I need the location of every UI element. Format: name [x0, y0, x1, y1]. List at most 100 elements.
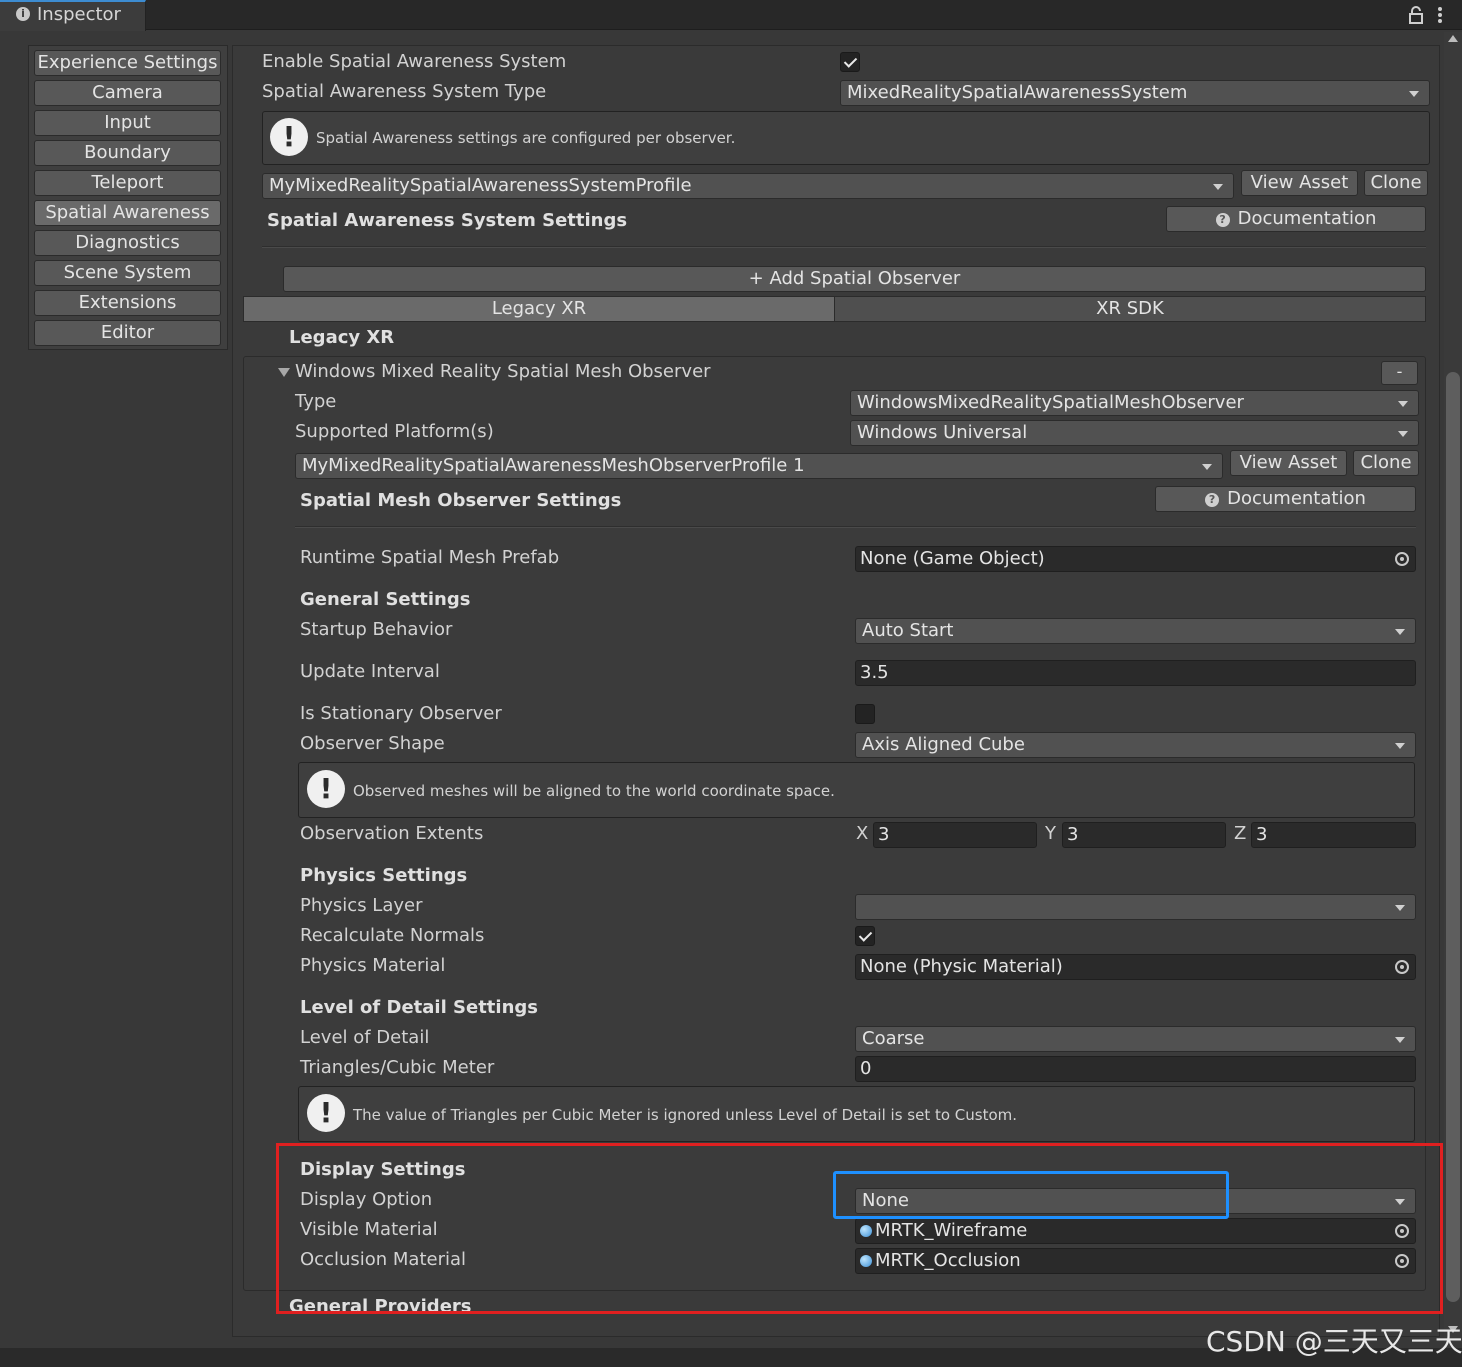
observer-shape-label: Observer Shape	[300, 733, 445, 754]
observer-clone-button[interactable]: Clone	[1353, 450, 1419, 476]
help-icon: ?	[1205, 493, 1220, 507]
startup-behavior-value: Auto Start	[862, 620, 954, 641]
system-settings-header: Spatial Awareness System Settings	[267, 210, 628, 231]
observer-type-label: Type	[295, 391, 337, 412]
system-view-asset-button[interactable]: View Asset	[1241, 170, 1358, 196]
observer-profile-dropdown[interactable]: MyMixedRealitySpatialAwarenessMeshObserv…	[295, 453, 1223, 479]
foldout-arrow-icon[interactable]	[278, 368, 290, 377]
physics-material-field[interactable]: None (Physic Material)	[855, 954, 1416, 980]
physics-layer-label: Physics Layer	[300, 895, 423, 916]
startup-behavior-label: Startup Behavior	[300, 619, 453, 640]
stationary-observer-label: Is Stationary Observer	[300, 703, 502, 724]
divider	[262, 246, 1426, 248]
recalculate-normals-label: Recalculate Normals	[300, 925, 485, 946]
shape-info-text: Observed meshes will be aligned to the w…	[353, 782, 835, 800]
watermark: CSDN @三天又三天	[1206, 1325, 1462, 1358]
chevron-down-icon	[1202, 464, 1212, 470]
system-profile-value: MyMixedRealitySpatialAwarenessSystemProf…	[269, 175, 692, 196]
observation-extents-label: Observation Extents	[300, 823, 484, 844]
observer-documentation-button[interactable]: ? Documentation	[1155, 486, 1416, 512]
stationary-observer-checkbox[interactable]	[855, 704, 875, 724]
lod-info-text: The value of Triangles per Cubic Meter i…	[353, 1106, 1018, 1124]
extent-x-input[interactable]: 3	[873, 822, 1037, 848]
extent-x-label: X	[856, 823, 869, 844]
startup-behavior-dropdown[interactable]: Auto Start	[855, 618, 1416, 644]
triangles-per-meter-input[interactable]: 0	[855, 1056, 1416, 1082]
warning-icon: !	[307, 1094, 345, 1132]
object-picker-icon[interactable]	[1395, 960, 1409, 974]
kebab-menu-icon[interactable]	[1436, 5, 1444, 25]
physics-settings-header: Physics Settings	[300, 865, 468, 886]
observer-profile-value: MyMixedRealitySpatialAwarenessMeshObserv…	[302, 455, 805, 476]
tab-legacy-xr[interactable]: Legacy XR	[243, 296, 835, 322]
sidebar-item-spatial-awareness[interactable]: Spatial Awareness	[34, 200, 221, 226]
system-type-dropdown[interactable]: MixedRealitySpatialAwarenessSystem	[840, 80, 1430, 106]
sidebar-item-teleport[interactable]: Teleport	[34, 170, 221, 196]
sidebar-item-experience-settings[interactable]: Experience Settings	[34, 50, 221, 76]
system-info-text: Spatial Awareness settings are configure…	[316, 129, 736, 147]
enable-system-label: Enable Spatial Awareness System	[262, 51, 567, 72]
remove-observer-button[interactable]: -	[1381, 361, 1418, 385]
lod-settings-header: Level of Detail Settings	[300, 997, 538, 1018]
system-type-label: Spatial Awareness System Type	[262, 81, 547, 102]
sidebar-item-scene-system[interactable]: Scene System	[34, 260, 221, 286]
system-documentation-label: Documentation	[1237, 208, 1377, 229]
supported-platforms-label: Supported Platform(s)	[295, 421, 494, 442]
enable-system-checkbox[interactable]	[840, 52, 860, 72]
system-type-value: MixedRealitySpatialAwarenessSystem	[847, 82, 1188, 103]
section-title-legacy-xr: Legacy XR	[289, 327, 395, 348]
observer-type-value: WindowsMixedRealitySpatialMeshObserver	[857, 392, 1244, 413]
divider	[295, 526, 1416, 528]
sidebar-item-extensions[interactable]: Extensions	[34, 290, 221, 316]
physics-material-label: Physics Material	[300, 955, 446, 976]
chevron-down-icon	[1395, 905, 1405, 911]
lock-icon[interactable]	[1409, 6, 1423, 24]
general-settings-header: General Settings	[300, 589, 471, 610]
sidebar-item-boundary[interactable]: Boundary	[34, 140, 221, 166]
extent-z-input[interactable]: 3	[1251, 822, 1416, 848]
extent-y-label: Y	[1045, 823, 1056, 844]
add-spatial-observer-button[interactable]: + Add Spatial Observer	[283, 266, 1426, 292]
observer-type-dropdown[interactable]: WindowsMixedRealitySpatialMeshObserver	[850, 390, 1419, 416]
chevron-down-icon	[1409, 91, 1419, 97]
triangles-per-meter-label: Triangles/Cubic Meter	[300, 1057, 495, 1078]
system-clone-button[interactable]: Clone	[1364, 170, 1428, 196]
sidebar-item-editor[interactable]: Editor	[34, 320, 221, 346]
warning-icon: !	[270, 118, 308, 156]
system-documentation-button[interactable]: ? Documentation	[1166, 206, 1426, 232]
inspector-topbar	[0, 0, 1462, 30]
physics-layer-dropdown[interactable]	[855, 894, 1416, 920]
recalculate-normals-checkbox[interactable]	[855, 926, 875, 946]
extent-z-label: Z	[1234, 823, 1247, 844]
observer-view-asset-button[interactable]: View Asset	[1230, 450, 1347, 476]
tab-xr-sdk[interactable]: XR SDK	[834, 296, 1426, 322]
warning-icon: !	[307, 770, 345, 808]
sidebar-item-input[interactable]: Input	[34, 110, 221, 136]
help-icon: ?	[1215, 213, 1230, 227]
observer-shape-value: Axis Aligned Cube	[862, 734, 1025, 755]
inspector-tab-label: Inspector	[37, 4, 121, 25]
scroll-up-arrow-icon[interactable]	[1448, 35, 1458, 42]
prefab-field[interactable]: None (Game Object)	[855, 546, 1416, 572]
object-picker-icon[interactable]	[1395, 552, 1409, 566]
level-of-detail-label: Level of Detail	[300, 1027, 430, 1048]
scrollbar-thumb[interactable]	[1446, 372, 1460, 1302]
chevron-down-icon	[1395, 743, 1405, 749]
observer-title[interactable]: Windows Mixed Reality Spatial Mesh Obser…	[295, 361, 711, 382]
level-of-detail-value: Coarse	[862, 1028, 925, 1049]
blue-highlight-box	[833, 1171, 1229, 1219]
prefab-label: Runtime Spatial Mesh Prefab	[300, 547, 560, 568]
supported-platforms-dropdown[interactable]: Windows Universal	[850, 420, 1419, 446]
sidebar-item-camera[interactable]: Camera	[34, 80, 221, 106]
sidebar-item-diagnostics[interactable]: Diagnostics	[34, 230, 221, 256]
chevron-down-icon	[1213, 184, 1223, 190]
observer-shape-dropdown[interactable]: Axis Aligned Cube	[855, 732, 1416, 758]
observer-documentation-label: Documentation	[1227, 488, 1366, 509]
level-of-detail-dropdown[interactable]: Coarse	[855, 1026, 1416, 1052]
update-interval-input[interactable]: 3.5	[855, 660, 1416, 686]
info-icon: i	[16, 7, 30, 21]
extent-y-input[interactable]: 3	[1062, 822, 1226, 848]
supported-platforms-value: Windows Universal	[857, 422, 1028, 443]
chevron-down-icon	[1395, 1037, 1405, 1043]
system-profile-dropdown[interactable]: MyMixedRealitySpatialAwarenessSystemProf…	[262, 173, 1234, 199]
